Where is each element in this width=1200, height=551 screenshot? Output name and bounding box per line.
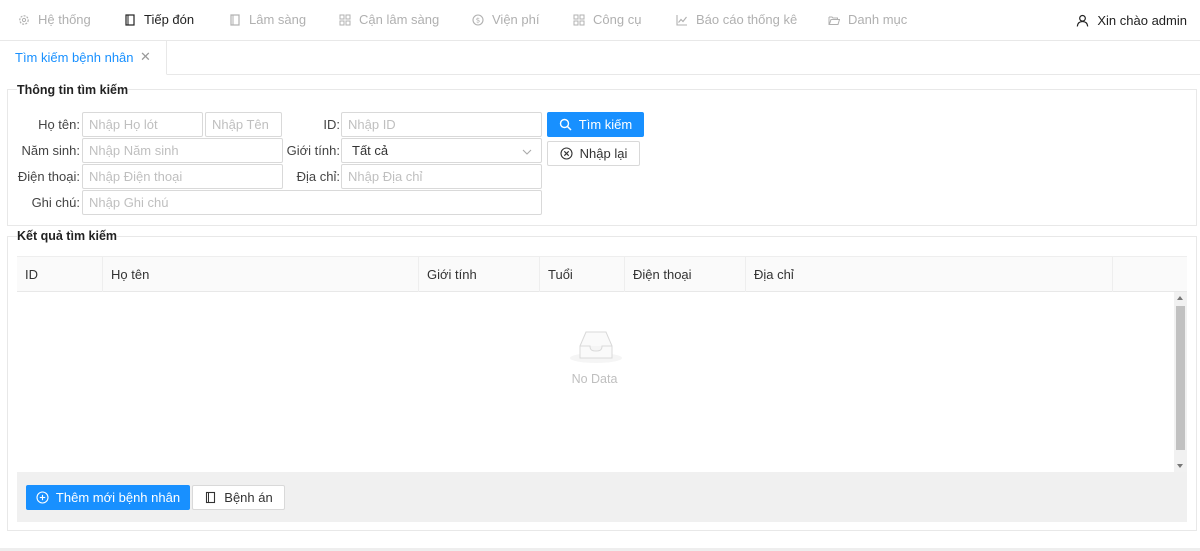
close-circle-icon (560, 147, 573, 160)
tab-bar: Tìm kiếm bệnh nhân ✕ (0, 41, 1200, 75)
chevron-down-icon (522, 149, 532, 155)
menu-item-vien-phi[interactable]: $ Viện phí (472, 0, 539, 40)
menu-item-lam-sang[interactable]: Lâm sàng (229, 0, 306, 40)
scroll-down-arrow-icon[interactable] (1177, 464, 1183, 468)
empty-state-text: No Data (571, 372, 618, 386)
search-panel-title: Thông tin tìm kiếm (17, 83, 129, 97)
menu-label: Viện phí (492, 12, 540, 27)
medical-record-button[interactable]: Bệnh án (192, 485, 285, 510)
menu-item-bao-cao-thong-ke[interactable]: Báo cáo thống kê (676, 0, 797, 40)
results-table-header: ID Họ tên Giới tính Tuổi Điện thoại Địa … (17, 256, 1187, 292)
results-footer: Thêm mới bệnh nhân Bệnh án (17, 472, 1187, 522)
results-panel-title: Kết quả tìm kiếm (17, 229, 118, 243)
reset-button[interactable]: Nhập lại (547, 141, 640, 166)
document-icon (125, 14, 135, 26)
column-header-dia-chi[interactable]: Địa chỉ (746, 257, 1113, 292)
gender-label: Giới tính: (286, 143, 340, 158)
column-header-gioi-tinh[interactable]: Giới tính (419, 257, 540, 292)
menu-item-tiep-don[interactable]: Tiếp đón (124, 0, 194, 40)
first-name-input[interactable] (205, 112, 282, 137)
svg-text:$: $ (476, 17, 480, 25)
phone-label: Điện thoại: (17, 169, 80, 184)
results-table-body: No Data (17, 292, 1187, 472)
note-input[interactable] (82, 190, 542, 215)
menu-label: Công cụ (593, 12, 642, 27)
tab-tim-kiem-benh-nhan[interactable]: Tìm kiếm bệnh nhân ✕ (0, 41, 167, 75)
address-input[interactable] (341, 164, 542, 189)
menu-item-danh-muc[interactable]: Danh mục (828, 0, 907, 40)
fullname-label: Họ tên: (38, 117, 80, 132)
menu-item-he-thong[interactable]: Hệ thống (18, 0, 91, 40)
user-greeting[interactable]: Xin chào admin (1076, 0, 1187, 40)
folder-icon (828, 16, 840, 25)
greeting-text: Xin chào admin (1097, 12, 1187, 28)
grid-icon (573, 14, 585, 26)
search-button[interactable]: Tìm kiếm (547, 112, 644, 137)
phone-input[interactable] (82, 164, 283, 189)
gender-select-value: Tất cả (352, 143, 389, 158)
menu-label: Danh mục (848, 12, 908, 27)
scroll-up-arrow-icon[interactable] (1177, 296, 1183, 300)
menu-item-cong-cu[interactable]: Công cụ (573, 0, 641, 40)
empty-state (17, 324, 1174, 369)
medical-record-button-label: Bệnh án (224, 490, 273, 505)
results-scrollbar[interactable] (1174, 292, 1187, 472)
menu-label: Tiếp đón (144, 12, 195, 27)
column-header-tuoi[interactable]: Tuổi (540, 257, 625, 292)
scroll-thumb[interactable] (1176, 306, 1185, 450)
menu-label: Lâm sàng (249, 12, 307, 27)
birth-year-label: Năm sinh: (21, 143, 80, 158)
tab-label: Tìm kiếm bệnh nhân (15, 50, 134, 65)
menu-label: Báo cáo thống kê (696, 12, 798, 27)
note-label: Ghi chú: (31, 195, 80, 210)
top-menu: Hệ thống Tiếp đón Lâm sàng Cận lâm sàng … (0, 0, 1200, 41)
grid-icon (339, 14, 351, 26)
gear-icon (19, 15, 29, 25)
search-icon (559, 118, 572, 131)
column-header-ho-ten[interactable]: Họ tên (103, 257, 419, 292)
menu-item-can-lam-sang[interactable]: Cận lâm sàng (339, 0, 439, 40)
column-header-id[interactable]: ID (17, 257, 103, 292)
menu-label: Hệ thống (38, 12, 91, 27)
document-icon (230, 14, 240, 26)
reset-button-label: Nhập lại (579, 146, 628, 161)
id-input[interactable] (341, 112, 542, 137)
line-chart-icon (676, 15, 687, 26)
add-patient-button-label: Thêm mới bệnh nhân (55, 490, 181, 505)
id-label: ID: (323, 117, 340, 132)
inbox-icon (569, 331, 622, 363)
add-patient-button[interactable]: Thêm mới bệnh nhân (26, 485, 190, 510)
middle-name-input[interactable] (82, 112, 203, 137)
birth-year-input[interactable] (82, 138, 283, 163)
menu-label: Cận lâm sàng (359, 12, 440, 27)
address-label: Địa chỉ: (296, 169, 340, 184)
gender-select[interactable]: Tất cả (341, 138, 542, 163)
user-icon (1077, 14, 1089, 27)
dollar-circle-icon: $ (472, 14, 484, 26)
column-header-dien-thoai[interactable]: Điện thoại (625, 257, 746, 292)
plus-circle-icon (36, 491, 49, 504)
document-icon (206, 491, 216, 504)
close-icon[interactable]: ✕ (140, 50, 152, 63)
search-button-label: Tìm kiếm (578, 117, 633, 132)
